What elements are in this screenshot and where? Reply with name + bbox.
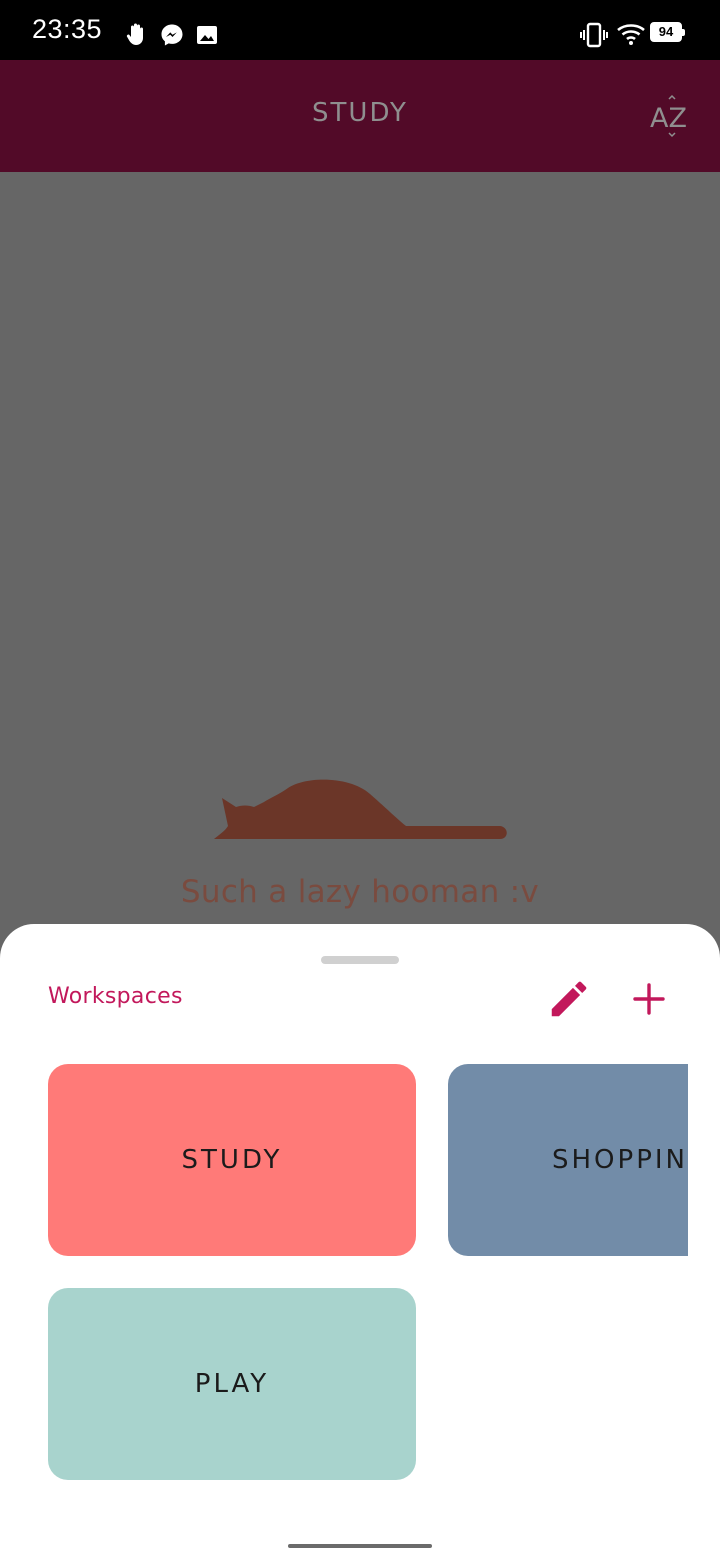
- sleeping-cat-illustration: [214, 779, 507, 839]
- sort-az-icon[interactable]: AZ: [648, 94, 694, 138]
- sheet-title: Workspaces: [48, 984, 183, 1009]
- hand-icon: [126, 23, 143, 45]
- page-title: STUDY: [312, 98, 408, 128]
- empty-state-text: Such a lazy hooman :v: [180, 874, 540, 910]
- gesture-nav-handle[interactable]: [288, 1544, 432, 1548]
- app-bar: STUDY AZ: [0, 60, 720, 172]
- plus-icon: [633, 983, 665, 1015]
- sheet-drag-handle[interactable]: [321, 956, 399, 964]
- workspace-card-play[interactable]: PLAY: [48, 1288, 416, 1480]
- wifi-icon: [617, 24, 645, 45]
- status-bar: 23:35 94: [0, 0, 720, 60]
- battery-icon: 94: [650, 22, 685, 42]
- messenger-icon: [161, 24, 183, 46]
- workspaces-bottom-sheet: Workspaces STUDY SHOPPING PLAY: [0, 924, 720, 1560]
- workspace-grid: STUDY SHOPPING PLAY: [48, 1064, 688, 1484]
- image-icon: [197, 26, 217, 44]
- pencil-icon: [551, 981, 587, 1017]
- workspace-label: PLAY: [194, 1369, 270, 1399]
- vibrate-icon: [580, 22, 608, 48]
- edit-workspaces-button[interactable]: [546, 976, 592, 1022]
- workspace-card-study[interactable]: STUDY: [48, 1064, 416, 1256]
- status-time: 23:35: [32, 14, 103, 44]
- workspace-label: STUDY: [181, 1145, 283, 1175]
- workspace-label: SHOPPING: [552, 1145, 688, 1175]
- add-workspace-button[interactable]: [626, 976, 672, 1022]
- sort-label: AZ: [650, 103, 687, 134]
- workspace-card-shopping[interactable]: SHOPPING: [448, 1064, 688, 1256]
